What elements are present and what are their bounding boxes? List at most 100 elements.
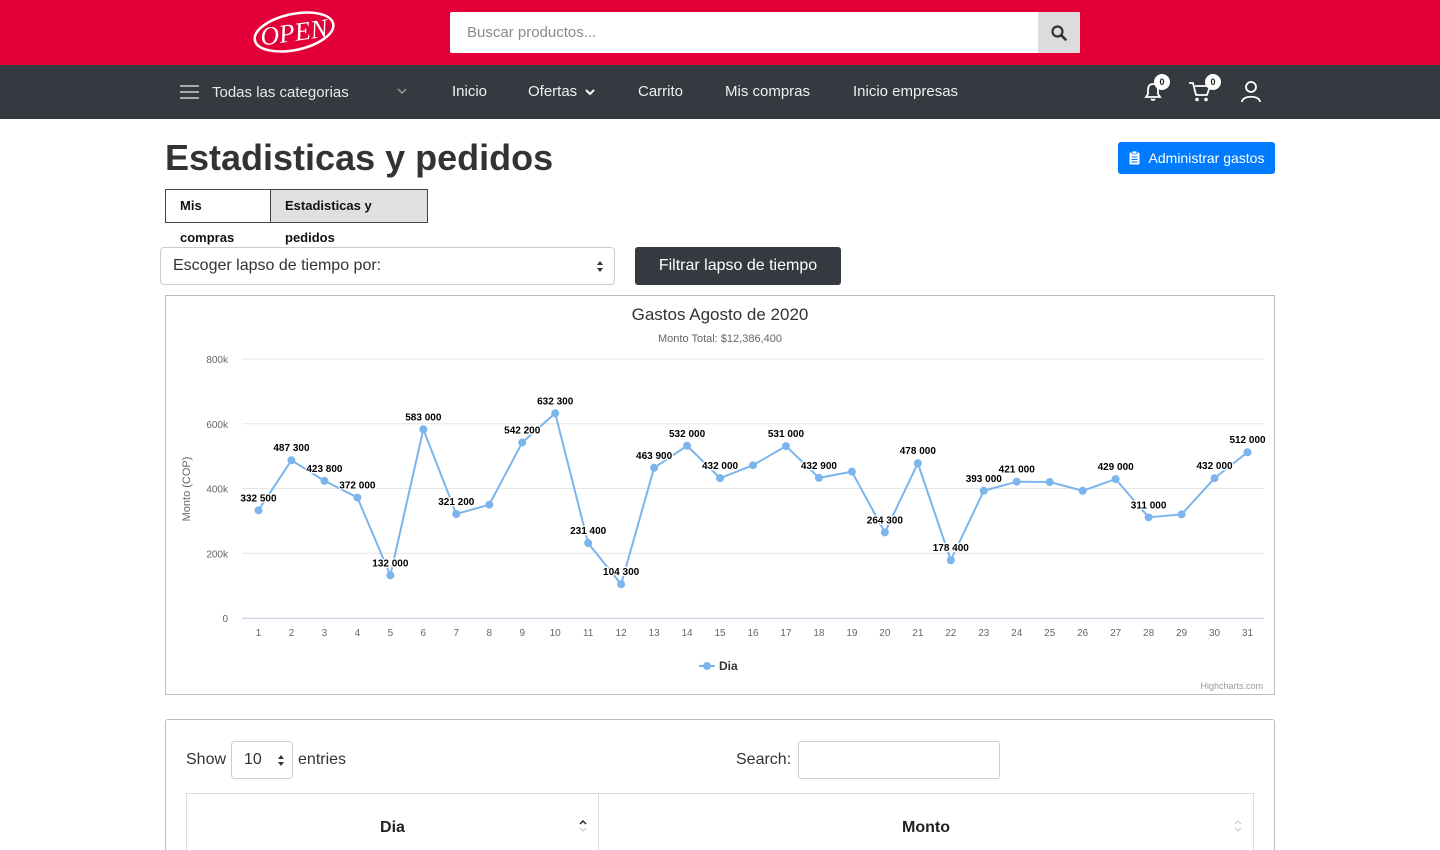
data-label: 463 900 <box>636 451 673 462</box>
data-point[interactable] <box>1111 475 1120 484</box>
x-tick-label: 1 <box>256 628 262 639</box>
y-axis-title: Monto (COP) <box>181 457 193 522</box>
x-tick-label: 23 <box>978 628 990 639</box>
column-header-monto[interactable]: Monto <box>599 794 1253 850</box>
data-point[interactable] <box>683 441 692 450</box>
nav-inicio[interactable]: Inicio <box>452 65 487 119</box>
open-logo[interactable]: OPEN <box>250 8 340 56</box>
data-point[interactable] <box>1045 478 1054 487</box>
categories-label: Todas las categorias <box>212 83 349 101</box>
x-tick-label: 31 <box>1242 628 1254 639</box>
data-label: 421 000 <box>999 465 1036 476</box>
notifications-button[interactable]: 0 <box>1143 65 1173 119</box>
search-button[interactable] <box>1038 12 1080 53</box>
data-point[interactable] <box>584 539 593 548</box>
data-label: 429 000 <box>1098 462 1135 473</box>
data-point[interactable] <box>1177 510 1186 519</box>
x-tick-label: 6 <box>421 628 427 639</box>
data-point[interactable] <box>847 467 856 476</box>
x-tick-label: 29 <box>1176 628 1188 639</box>
x-tick-label: 25 <box>1044 628 1056 639</box>
x-tick-label: 7 <box>454 628 460 639</box>
account-button[interactable] <box>1239 65 1263 119</box>
show-label: Show <box>186 751 227 768</box>
entries-select-value: 10 <box>244 751 262 768</box>
column-header-label: Monto <box>902 819 950 836</box>
data-label: 487 300 <box>273 443 310 454</box>
column-header-dia[interactable]: Dia <box>187 794 599 850</box>
time-lapse-select-value: Escoger lapso de tiempo por: <box>173 257 382 274</box>
data-point[interactable] <box>979 486 988 495</box>
chart-legend[interactable]: Dia <box>699 659 738 673</box>
data-point[interactable] <box>1210 474 1219 483</box>
legend-item-dia[interactable]: Dia <box>719 659 738 673</box>
data-label: 432 900 <box>801 461 838 472</box>
data-point[interactable] <box>650 463 659 472</box>
data-label: 423 800 <box>306 464 343 475</box>
x-tick-label: 16 <box>747 628 759 639</box>
data-point[interactable] <box>320 476 329 485</box>
x-tick-label: 27 <box>1110 628 1122 639</box>
y-tick-label: 0 <box>222 614 228 625</box>
data-point[interactable] <box>452 510 461 519</box>
data-point[interactable] <box>1144 513 1153 522</box>
nav-inicio-empresas[interactable]: Inicio empresas <box>853 65 958 119</box>
data-point[interactable] <box>386 571 395 580</box>
x-tick-label: 30 <box>1209 628 1221 639</box>
data-label: 542 200 <box>504 425 541 436</box>
data-point[interactable] <box>1078 486 1087 495</box>
data-label: 432 000 <box>1196 461 1233 472</box>
x-tick-label: 10 <box>550 628 562 639</box>
table-header: Dia Monto <box>186 793 1254 850</box>
data-point[interactable] <box>353 493 362 502</box>
time-lapse-select[interactable]: Escoger lapso de tiempo por: <box>160 247 615 285</box>
page-title: Estadisticas y pedidos <box>165 137 554 178</box>
data-point[interactable] <box>716 474 725 483</box>
nav-ofertas[interactable]: Ofertas <box>528 65 596 119</box>
data-point[interactable] <box>880 528 889 537</box>
nav-mis-compras[interactable]: Mis compras <box>725 65 810 119</box>
x-tick-label: 13 <box>649 628 661 639</box>
y-tick-label: 600k <box>206 420 229 431</box>
data-point[interactable] <box>287 456 296 465</box>
x-tick-label: 5 <box>388 628 394 639</box>
data-point[interactable] <box>485 500 494 509</box>
data-point[interactable] <box>946 556 955 565</box>
data-point[interactable] <box>1012 477 1021 486</box>
data-point[interactable] <box>781 442 790 451</box>
data-point[interactable] <box>749 461 757 470</box>
data-point[interactable] <box>551 409 560 418</box>
data-point[interactable] <box>617 580 626 589</box>
x-tick-label: 15 <box>714 628 726 639</box>
menu-icon <box>180 85 199 99</box>
user-icon <box>1241 81 1261 103</box>
x-tick-label: 4 <box>355 628 361 639</box>
data-label: 178 400 <box>933 543 970 554</box>
x-tick-label: 18 <box>813 628 825 639</box>
data-point[interactable] <box>419 425 428 434</box>
data-point[interactable] <box>913 459 922 468</box>
search-input[interactable] <box>450 12 1038 53</box>
entries-select[interactable]: 10 <box>231 741 294 779</box>
x-tick-label: 2 <box>289 628 295 639</box>
chart-credits[interactable]: Highcharts.com <box>1200 681 1263 691</box>
data-point[interactable] <box>814 473 823 482</box>
expenses-chart: Gastos Agosto de 2020 Monto Total: $12,3… <box>165 295 1275 695</box>
select-arrows-icon <box>597 261 603 272</box>
nav-carrito[interactable]: Carrito <box>638 65 683 119</box>
chevron-down-icon <box>585 89 595 96</box>
data-table: Show 10 entries Search: Dia Monto <box>165 719 1275 850</box>
filter-time-button[interactable]: Filtrar lapso de tiempo <box>635 247 841 285</box>
cart-button[interactable]: 0 <box>1188 65 1222 119</box>
table-search-input[interactable] <box>798 741 1000 779</box>
x-tick-label: 11 <box>583 628 594 639</box>
data-point[interactable] <box>518 438 527 447</box>
chevron-down-icon <box>397 88 407 95</box>
categories-dropdown[interactable]: Todas las categorias <box>180 65 410 119</box>
search-bar <box>450 12 1080 53</box>
tab-estadisticas[interactable]: Estadisticas y pedidos <box>271 190 427 245</box>
data-point[interactable] <box>1243 448 1252 457</box>
manage-expenses-button[interactable]: Administrar gastos <box>1118 142 1275 174</box>
data-point[interactable] <box>254 506 263 515</box>
tab-mis-compras[interactable]: Mis compras <box>166 190 271 245</box>
